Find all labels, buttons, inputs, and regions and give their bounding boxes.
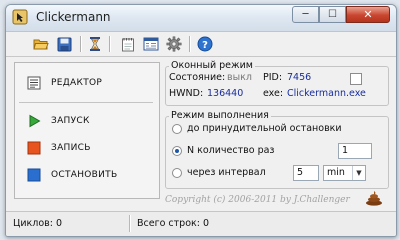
record-label: ЗАПИСЬ (51, 143, 91, 153)
toolbar-separator (189, 36, 190, 52)
pid-value: 7456 (287, 72, 312, 83)
help-icon: ? (197, 36, 213, 52)
title-bar[interactable]: Clickermann ─ ☐ ✕ (6, 5, 396, 32)
svg-text:?: ? (202, 40, 208, 51)
save-button[interactable] (55, 35, 73, 53)
editor-icon (27, 76, 41, 90)
state-label: Состояние: (169, 72, 226, 83)
stop-button[interactable]: ОСТАНОВИТЬ (19, 164, 153, 186)
toolbar: ? (6, 32, 396, 57)
hwnd-label: HWND: (169, 88, 204, 99)
status-separator (129, 215, 130, 232)
window-mode-checkbox[interactable] (350, 73, 362, 85)
actions-panel: РЕДАКТОР ЗАПУСК ЗАПИСЬ ОСТАНОВИТЬ (14, 62, 160, 199)
stop-label: ОСТАНОВИТЬ (51, 170, 118, 180)
window-title: Clickermann (36, 10, 111, 24)
poop-icon[interactable] (365, 190, 383, 206)
hourglass-icon (90, 37, 100, 51)
record-button[interactable]: ЗАПИСЬ (19, 137, 153, 159)
interval-input[interactable]: 5 (293, 165, 319, 181)
exe-label: exe: (263, 88, 284, 99)
hwnd-value: 136440 (207, 88, 244, 99)
toolbar-separator (109, 36, 110, 52)
exec-mode-title: Режим выполнения (169, 110, 271, 121)
help-button[interactable]: ? (196, 35, 214, 53)
copyright-text: Copyright (c) 2006-2011 by J.Challenger (165, 195, 350, 205)
exec-mode-group: Режим выполнения до принудительной остан… (165, 110, 389, 189)
radio-interval[interactable] (172, 168, 182, 178)
open-button[interactable] (32, 35, 50, 53)
panel-separator (19, 102, 153, 103)
gear-icon (166, 36, 182, 52)
maximize-button[interactable]: ☐ (319, 6, 346, 23)
count-input[interactable]: 1 (338, 143, 372, 159)
window-mode-group: Оконный режим Состояние: выкл PID: 7456 … (165, 60, 389, 106)
window-list-button[interactable] (142, 35, 160, 53)
run-label: ЗАПУСК (51, 116, 90, 126)
notepad-icon (122, 37, 134, 51)
editor-label: РЕДАКТОР (51, 78, 103, 88)
radio-count[interactable] (172, 146, 182, 156)
minimize-button[interactable]: ─ (292, 6, 319, 23)
timer-button[interactable] (86, 35, 104, 53)
interval-unit-select[interactable]: min ▼ (323, 165, 366, 181)
editor-button[interactable]: РЕДАКТОР (19, 72, 153, 94)
main-window: Clickermann ─ ☐ ✕ ? РЕДАКТОР ЗАПУСК ЗАПИ… (5, 4, 397, 237)
run-button[interactable]: ЗАПУСК (19, 110, 153, 132)
notepad-button[interactable] (119, 35, 137, 53)
settings-button[interactable] (165, 35, 183, 53)
total-lines-status: Всего строк: 0 (137, 218, 210, 229)
exe-value: Clickermann.exe (287, 88, 366, 99)
app-logo-icon (12, 9, 28, 25)
stop-icon (27, 168, 41, 182)
radio-until-stop[interactable] (172, 124, 182, 134)
status-bar: Циклов: 0 Всего строк: 0 (6, 211, 396, 236)
option-until-stop-label[interactable]: до принудительной остановки (187, 123, 342, 134)
pid-label: PID: (263, 72, 283, 83)
folder-open-icon (33, 39, 49, 50)
option-count-label[interactable]: N количество раз (187, 145, 274, 156)
save-icon (57, 37, 71, 51)
window-list-icon (143, 37, 159, 51)
close-button[interactable]: ✕ (346, 6, 390, 23)
toolbar-separator (80, 36, 81, 52)
window-mode-title: Оконный режим (169, 60, 255, 71)
chevron-down-icon: ▼ (352, 166, 365, 180)
state-value: выкл (227, 72, 252, 83)
interval-unit-value: min (327, 167, 345, 178)
play-icon (29, 114, 41, 128)
record-icon (27, 141, 41, 155)
cycles-status: Циклов: 0 (13, 218, 63, 229)
option-interval-label[interactable]: через интервал (187, 167, 266, 178)
